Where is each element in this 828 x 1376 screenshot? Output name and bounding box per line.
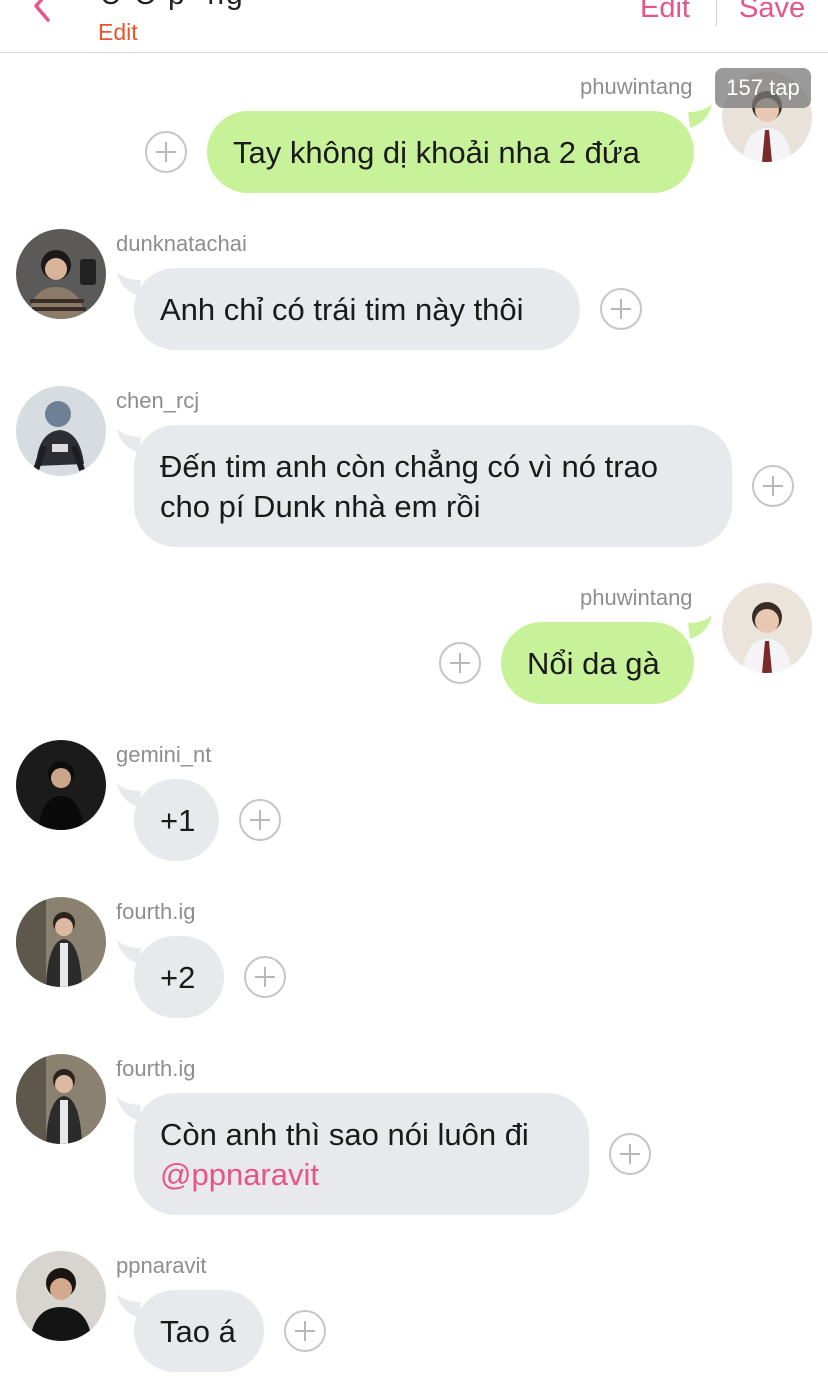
bubble-tail (688, 104, 712, 128)
message-text-line: Đến tim anh còn chẳng có vì nó trao (160, 449, 659, 484)
edit-subtitle-link[interactable]: Edit (98, 19, 138, 46)
message-text: Tao á (160, 1314, 236, 1349)
chat-title: U C p ng (100, 0, 276, 12)
avatar-fourth-ig[interactable] (16, 897, 106, 987)
message-text: Nổi da gà (527, 646, 660, 681)
message-text: Anh chỉ có trái tim này thôi (160, 292, 524, 327)
avatar-fourth-ig[interactable] (16, 1054, 106, 1144)
message-bubble[interactable]: Nổi da gà (501, 622, 694, 704)
username: chen_rcj (116, 388, 200, 413)
message-text-line: cho pí Dunk nhà em rồi (160, 489, 481, 524)
edit-button[interactable]: Edit (640, 0, 690, 25)
add-reaction-button[interactable] (752, 465, 794, 507)
message-text-line: Còn anh thì sao nói luôn đi (160, 1117, 529, 1152)
username: fourth.ig (116, 899, 196, 924)
message-text: +2 (160, 960, 196, 995)
message-bubble[interactable]: Đến tim anh còn chẳng có vì nó trao cho … (134, 425, 732, 547)
username: phuwintang (580, 74, 693, 99)
back-chevron-icon[interactable] (30, 0, 54, 26)
avatar-ppnaravit[interactable] (16, 1251, 106, 1341)
avatar-chen_rcj[interactable] (16, 386, 106, 476)
add-reaction-button[interactable] (600, 288, 642, 330)
bubble-tail (688, 615, 712, 639)
username: fourth.ig (116, 1056, 196, 1081)
chat-header: U C p ng Edit Edit Save (0, 0, 828, 53)
message-bubble[interactable]: Tay không dị khoải nha 2 đứa (207, 111, 694, 193)
username: phuwintang (580, 585, 693, 610)
save-button[interactable]: Save (739, 0, 805, 25)
message-bubble[interactable]: +2 (134, 936, 224, 1018)
message-text: +1 (160, 803, 196, 838)
username: dunknatachai (116, 231, 247, 256)
message-bubble[interactable]: Anh chỉ có trái tim này thôi (134, 268, 580, 350)
avatar-phuwintang[interactable] (722, 583, 812, 673)
add-reaction-button[interactable] (609, 1133, 651, 1175)
add-reaction-button[interactable] (244, 956, 286, 998)
add-reaction-button[interactable] (284, 1310, 326, 1352)
tap-count-badge: 157 tap (715, 68, 811, 108)
message-text: Tay không dị khoải nha 2 đứa (233, 135, 640, 170)
message-bubble[interactable]: Còn anh thì sao nói luôn đi @ppnaravit (134, 1093, 589, 1215)
add-reaction-button[interactable] (439, 642, 481, 684)
avatar-dunknatachai[interactable] (16, 229, 106, 319)
mention-link[interactable]: @ppnaravit (160, 1155, 563, 1195)
message-bubble[interactable]: +1 (134, 779, 219, 861)
add-reaction-button[interactable] (145, 131, 187, 173)
username: gemini_nt (116, 742, 212, 767)
username: ppnaravit (116, 1253, 207, 1278)
message-bubble[interactable]: Tao á (134, 1290, 264, 1372)
add-reaction-button[interactable] (239, 799, 281, 841)
header-divider (716, 0, 717, 26)
avatar-gemini_nt[interactable] (16, 740, 106, 830)
